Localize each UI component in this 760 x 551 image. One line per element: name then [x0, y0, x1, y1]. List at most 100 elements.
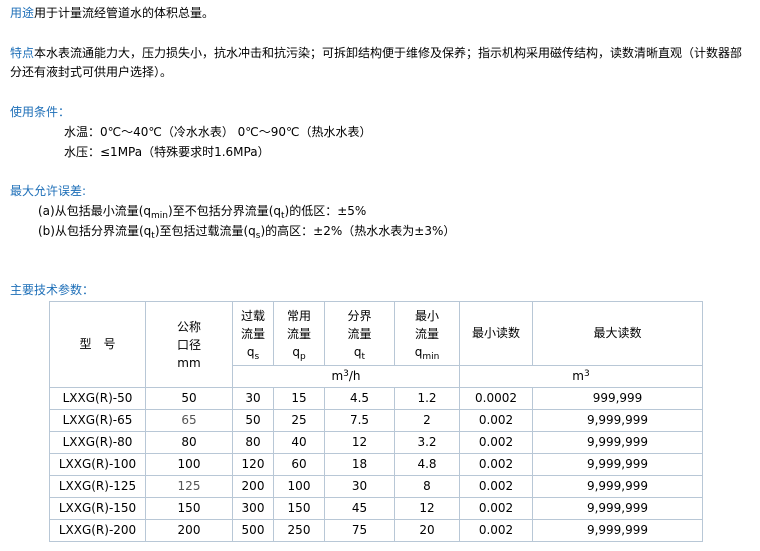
water-temp: 水温：0℃～40℃（冷水水表） 0℃～90℃（热水水表）	[64, 125, 372, 139]
header-min-reading: 最小读数	[459, 301, 533, 366]
cell-diameter: 125	[145, 475, 233, 498]
error-a-text-1: (a)从包括最小流量(q	[38, 204, 152, 218]
header-common-line2: 流量	[286, 326, 311, 341]
cell-min-reading: 0.002	[459, 453, 533, 476]
features-label: 特点	[10, 46, 35, 60]
cell-common: 150	[273, 497, 325, 520]
header-overload-flow: 过载 流量 qs	[232, 301, 274, 366]
table-row: LXXG(R)-100 100 120 60 18 4.8 0.002 9,999,999	[49, 453, 703, 476]
header-overload-line1: 过载	[240, 308, 265, 323]
cell-model: LXXG(R)-100	[49, 453, 146, 476]
cell-model: LXXG(R)-150	[49, 497, 146, 520]
header-model: 型 号	[49, 301, 146, 388]
symbol-sub-s: s	[254, 351, 260, 362]
features-line-1: 特点本水表流通能力大，压力损失小，抗水冲击和抗污染；可拆卸结构便于维修及保养；指…	[10, 44, 742, 62]
reading-unit: m3	[459, 365, 703, 388]
cell-overload: 200	[232, 475, 274, 498]
features-line-2: 分还有液封式可供用户选择）。	[10, 65, 173, 79]
header-boundary-flow: 分界 流量 qt	[324, 301, 395, 366]
cell-boundary: 75	[324, 519, 395, 542]
usage-line: 用途用于计量流经管道水的体积总量。	[10, 4, 214, 22]
cell-model: LXXG(R)-80	[49, 431, 146, 454]
cell-diameter: 80	[145, 431, 233, 454]
cell-model: LXXG(R)-125	[49, 475, 146, 498]
error-a-text-2: )至不包括分界流量(q	[168, 204, 281, 218]
cell-diameter: 100	[145, 453, 233, 476]
cell-boundary: 30	[324, 475, 395, 498]
cell-min-reading: 0.002	[459, 431, 533, 454]
cell-min-reading: 0.002	[459, 409, 533, 432]
conditions-title: 使用条件：	[10, 105, 71, 119]
cell-max-reading: 999,999	[532, 387, 703, 410]
cell-boundary: 18	[324, 453, 395, 476]
header-diameter-unit: mm	[177, 355, 201, 370]
cell-overload: 50	[232, 409, 274, 432]
cell-common: 60	[273, 453, 325, 476]
symbol-sub-t: t	[361, 351, 366, 362]
symbol-q: q	[353, 344, 362, 359]
symbol-sub-p: p	[299, 351, 306, 362]
header-diameter-line1: 公称	[176, 319, 201, 334]
cell-min-reading: 0.002	[459, 497, 533, 520]
cell-max-reading: 9,999,999	[532, 497, 703, 520]
header-diameter: 公称 口径 mm	[145, 301, 233, 388]
error-a-sub-min: min	[151, 211, 169, 221]
cell-common: 15	[273, 387, 325, 410]
header-minimum-flow: 最小 流量 qmin	[394, 301, 460, 366]
header-overload-line2: 流量	[240, 326, 265, 341]
cell-overload: 120	[232, 453, 274, 476]
cell-common: 250	[273, 519, 325, 542]
cell-max-reading: 9,999,999	[532, 431, 703, 454]
table-row: LXXG(R)-150 150 300 150 45 12 0.002 9,999,999	[49, 497, 703, 520]
cell-diameter: 200	[145, 519, 233, 542]
flow-unit-base: m	[331, 369, 344, 383]
table-body: LXXG(R)-50 50 30 15 4.5 1.2 0.0002 999,999 LXXG(…	[49, 387, 703, 542]
table-header-row: 型 号 公称 口径 mm 过载 流量 qs 常用 流量 qp 分界 流量 qt …	[49, 301, 703, 388]
cell-model: LXXG(R)-65	[49, 409, 146, 432]
cell-min-reading: 0.002	[459, 519, 533, 542]
cell-boundary: 12	[324, 431, 395, 454]
reading-unit-base: m	[572, 369, 584, 383]
error-a-text-3: )的低区：±5%	[284, 204, 367, 218]
cell-minimum: 4.8	[394, 453, 460, 476]
table-row: LXXG(R)-80 80 80 40 12 3.2 0.002 9,999,999	[49, 431, 703, 454]
cell-diameter: 50	[145, 387, 233, 410]
cell-max-reading: 9,999,999	[532, 475, 703, 498]
error-b-text-1: (b)从包括分界流量(q	[38, 224, 152, 238]
header-boundary-line1: 分界	[347, 308, 372, 323]
cell-model: LXXG(R)-50	[49, 387, 146, 410]
flow-unit-tail: /h	[348, 369, 361, 383]
table-row: LXXG(R)-200 200 500 250 75 20 0.002 9,999,999	[49, 519, 703, 542]
cell-minimum: 8	[394, 475, 460, 498]
table-row: LXXG(R)-65 65 50 25 7.5 2 0.002 9,999,999	[49, 409, 703, 432]
cell-min-reading: 0.0002	[459, 387, 533, 410]
table-row: LXXG(R)-50 50 30 15 4.5 1.2 0.0002 999,999	[49, 387, 703, 410]
cell-common: 40	[273, 431, 325, 454]
header-minimum-symbol: qmin	[395, 343, 459, 362]
table-row: LXXG(R)-125 125 200 100 30 8 0.002 9,999,999	[49, 475, 703, 498]
symbol-q: q	[292, 344, 300, 359]
cell-common: 100	[273, 475, 325, 498]
features-text-1: 本水表流通能力大，压力损失小，抗水冲击和抗污染；可拆卸结构便于维修及保养；指示机…	[34, 46, 743, 60]
params-title: 主要技术参数：	[10, 283, 95, 297]
usage-text: 用于计量流经管道水的体积总量。	[34, 6, 215, 20]
error-low-zone: (a)从包括最小流量(qmin)至不包括分界流量(qt)的低区：±5%	[38, 202, 367, 221]
cell-overload: 80	[232, 431, 274, 454]
usage-label: 用途	[10, 6, 35, 20]
cell-overload: 300	[232, 497, 274, 520]
cell-max-reading: 9,999,999	[532, 409, 703, 432]
cell-minimum: 2	[394, 409, 460, 432]
cell-minimum: 1.2	[394, 387, 460, 410]
cell-max-reading: 9,999,999	[532, 453, 703, 476]
error-b-text-2: )至包括过载流量(q	[154, 224, 256, 238]
header-max-reading: 最大读数	[532, 301, 703, 366]
error-b-text-3: )的高区：±2%（热水水表为±3%）	[260, 224, 456, 238]
header-overload-symbol: qs	[233, 343, 273, 362]
flow-unit: m3/h	[232, 365, 460, 388]
cell-minimum: 20	[394, 519, 460, 542]
water-pressure: 水压：≤1MPa（特殊要求时1.6MPa）	[64, 145, 270, 159]
cell-diameter: 150	[145, 497, 233, 520]
cell-boundary: 45	[324, 497, 395, 520]
header-diameter-line2: 口径	[176, 337, 201, 352]
symbol-sub-min: min	[422, 351, 440, 362]
